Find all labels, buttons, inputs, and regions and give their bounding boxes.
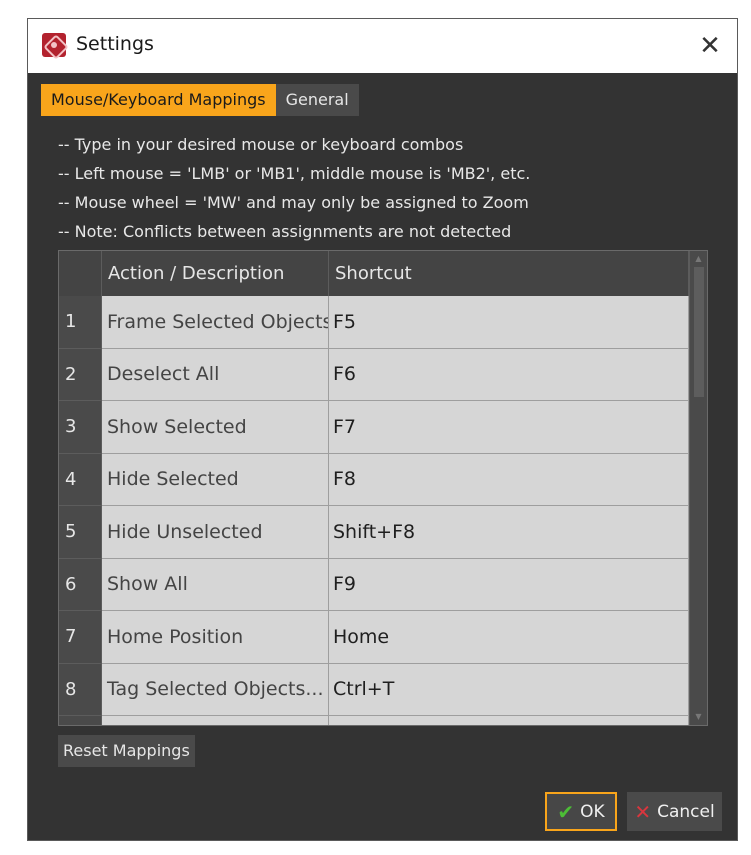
table-row: 7 Home Position Home bbox=[59, 611, 689, 664]
row-index: 3 bbox=[59, 401, 102, 454]
row-index: 4 bbox=[59, 453, 102, 506]
row-index: 5 bbox=[59, 506, 102, 559]
instruction-line: -- Mouse wheel = 'MW' and may only be as… bbox=[58, 193, 529, 212]
table-row: 6 Show All F9 bbox=[59, 558, 689, 611]
row-index: 1 bbox=[59, 296, 102, 349]
row-index: 2 bbox=[59, 348, 102, 401]
action-cell: Show All bbox=[102, 558, 329, 611]
action-cell: Deselect All bbox=[102, 348, 329, 401]
table-body: 1 Frame Selected Objects F5 2 Deselect A… bbox=[59, 296, 689, 725]
close-button[interactable]: ✕ bbox=[683, 19, 737, 73]
shortcut-cell[interactable]: F5 bbox=[329, 296, 689, 349]
header-action[interactable]: Action / Description bbox=[102, 251, 329, 296]
row-index: 6 bbox=[59, 558, 102, 611]
action-cell: Tag Selected Objects... bbox=[102, 663, 329, 716]
shortcut-cell[interactable]: Shift+F8 bbox=[329, 506, 689, 559]
shortcut-cell[interactable]: F9 bbox=[329, 558, 689, 611]
ok-button[interactable]: ✔ OK bbox=[545, 792, 617, 831]
table-header: Action / Description Shortcut bbox=[59, 251, 689, 296]
table-row: 2 Deselect All F6 bbox=[59, 348, 689, 401]
table-row bbox=[59, 716, 689, 725]
table-row: 1 Frame Selected Objects F5 bbox=[59, 296, 689, 349]
row-index: 8 bbox=[59, 663, 102, 716]
action-cell: Home Position bbox=[102, 611, 329, 664]
header-shortcut[interactable]: Shortcut bbox=[329, 251, 689, 296]
action-cell: Frame Selected Objects bbox=[102, 296, 329, 349]
shortcut-cell[interactable]: F7 bbox=[329, 401, 689, 454]
scroll-up-arrow-icon[interactable]: ▲ bbox=[693, 254, 704, 264]
cancel-button[interactable]: ✕ Cancel bbox=[627, 792, 722, 831]
reset-mappings-button[interactable]: Reset Mappings bbox=[58, 735, 195, 767]
instructions: -- Type in your desired mouse or keyboar… bbox=[58, 130, 530, 246]
action-cell: Hide Selected bbox=[102, 453, 329, 506]
mappings-table: Action / Description Shortcut 1 Frame Se… bbox=[58, 250, 708, 726]
table-row: 3 Show Selected F7 bbox=[59, 401, 689, 454]
tab-mouse-keyboard-mappings[interactable]: Mouse/Keyboard Mappings bbox=[41, 84, 276, 116]
header-index bbox=[59, 251, 102, 296]
instruction-line: -- Type in your desired mouse or keyboar… bbox=[58, 135, 464, 154]
action-cell: Hide Unselected bbox=[102, 506, 329, 559]
scroll-thumb[interactable] bbox=[694, 267, 704, 397]
instruction-line: -- Note: Conflicts between assignments a… bbox=[58, 222, 512, 241]
action-cell bbox=[102, 716, 329, 725]
shortcut-cell[interactable]: F6 bbox=[329, 348, 689, 401]
shortcut-cell[interactable] bbox=[329, 716, 689, 725]
dialog-body: Mouse/Keyboard Mappings General -- Type … bbox=[28, 73, 737, 840]
table-row: 5 Hide Unselected Shift+F8 bbox=[59, 506, 689, 559]
shortcut-cell[interactable]: Home bbox=[329, 611, 689, 664]
instruction-line: -- Left mouse = 'LMB' or 'MB1', middle m… bbox=[58, 164, 531, 183]
window-title: Settings bbox=[76, 33, 154, 55]
tab-general[interactable]: General bbox=[275, 84, 359, 116]
checkmark-icon: ✔ bbox=[557, 799, 575, 824]
row-index: 7 bbox=[59, 611, 102, 664]
cancel-x-icon: ✕ bbox=[634, 799, 652, 824]
ok-label: OK bbox=[580, 801, 605, 822]
app-logo-icon bbox=[42, 33, 66, 57]
cancel-label: Cancel bbox=[657, 801, 715, 822]
scroll-down-arrow-icon[interactable]: ▼ bbox=[693, 712, 704, 722]
tab-bar: Mouse/Keyboard Mappings General bbox=[41, 84, 359, 116]
settings-dialog: Settings ✕ Mouse/Keyboard Mappings Gener… bbox=[27, 18, 738, 841]
action-cell: Show Selected bbox=[102, 401, 329, 454]
table-scrollbar[interactable]: ▲ ▼ bbox=[689, 251, 707, 725]
shortcut-cell[interactable]: F8 bbox=[329, 453, 689, 506]
table-row: 4 Hide Selected F8 bbox=[59, 453, 689, 506]
shortcut-cell[interactable]: Ctrl+T bbox=[329, 663, 689, 716]
title-bar: Settings ✕ bbox=[28, 19, 737, 73]
table-row: 8 Tag Selected Objects... Ctrl+T bbox=[59, 663, 689, 716]
row-index bbox=[59, 716, 102, 725]
